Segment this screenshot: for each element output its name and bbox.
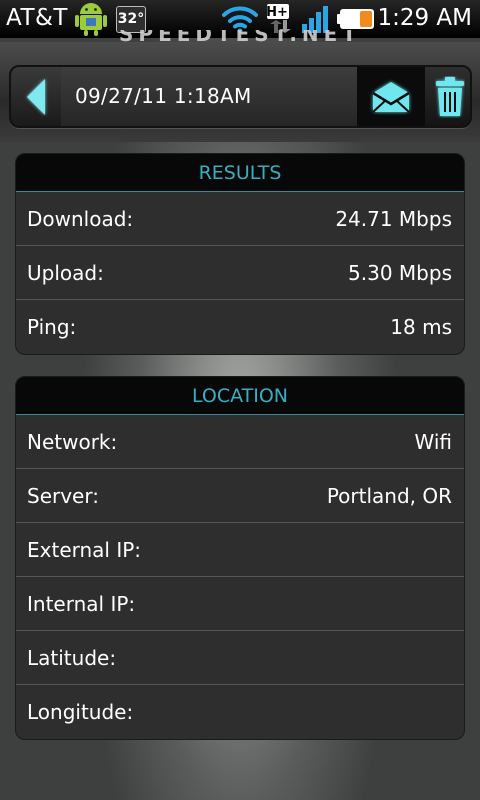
location-heading: LOCATION <box>16 377 464 415</box>
email-button[interactable] <box>361 67 421 126</box>
result-row-ping: Ping: 18 ms <box>16 300 464 354</box>
email-icon <box>372 81 410 113</box>
results-heading: RESULTS <box>16 154 464 192</box>
row-label: Download: <box>27 207 134 231</box>
battery-icon <box>337 9 374 29</box>
row-label: Longitude: <box>27 700 134 724</box>
row-label: Network: <box>27 430 118 454</box>
trash-icon <box>435 76 464 116</box>
location-row-network: Network: Wifi <box>16 415 464 469</box>
location-card: LOCATION Network: Wifi Server: Portland,… <box>15 376 465 740</box>
location-row-server: Server: Portland, OR <box>16 469 464 523</box>
row-label: Latitude: <box>27 646 117 670</box>
row-label: External IP: <box>27 538 142 562</box>
result-row-download: Download: 24.71 Mbps <box>16 192 464 246</box>
row-label: Server: <box>27 484 99 508</box>
row-value: 5.30 Mbps <box>348 261 452 285</box>
row-label: Upload: <box>27 261 104 285</box>
location-row-internal-ip: Internal IP: <box>16 577 464 631</box>
location-row-longitude: Longitude: <box>16 685 464 739</box>
carrier-name: AT&T <box>6 5 68 31</box>
results-card: RESULTS Download: 24.71 Mbps Upload: 5.3… <box>15 153 465 355</box>
result-toolbar: 09/27/11 1:18AM <box>9 65 472 128</box>
result-date: 09/27/11 1:18AM <box>61 67 357 126</box>
row-value: 18 ms <box>390 315 452 339</box>
delete-button[interactable] <box>425 67 470 126</box>
row-value: Wifi <box>414 430 453 454</box>
svg-text:H+: H+ <box>266 5 288 20</box>
back-arrow-icon <box>27 78 45 115</box>
row-value: 24.71 Mbps <box>335 207 452 231</box>
location-row-external-ip: External IP: <box>16 523 464 577</box>
clock: 1:29 AM <box>377 5 472 31</box>
back-button[interactable] <box>11 67 61 126</box>
row-value: Portland, OR <box>326 484 452 508</box>
row-label: Internal IP: <box>27 592 136 616</box>
row-label: Ping: <box>27 315 77 339</box>
location-row-latitude: Latitude: <box>16 631 464 685</box>
temperature-badge: 32° <box>116 6 146 33</box>
result-row-upload: Upload: 5.30 Mbps <box>16 246 464 300</box>
